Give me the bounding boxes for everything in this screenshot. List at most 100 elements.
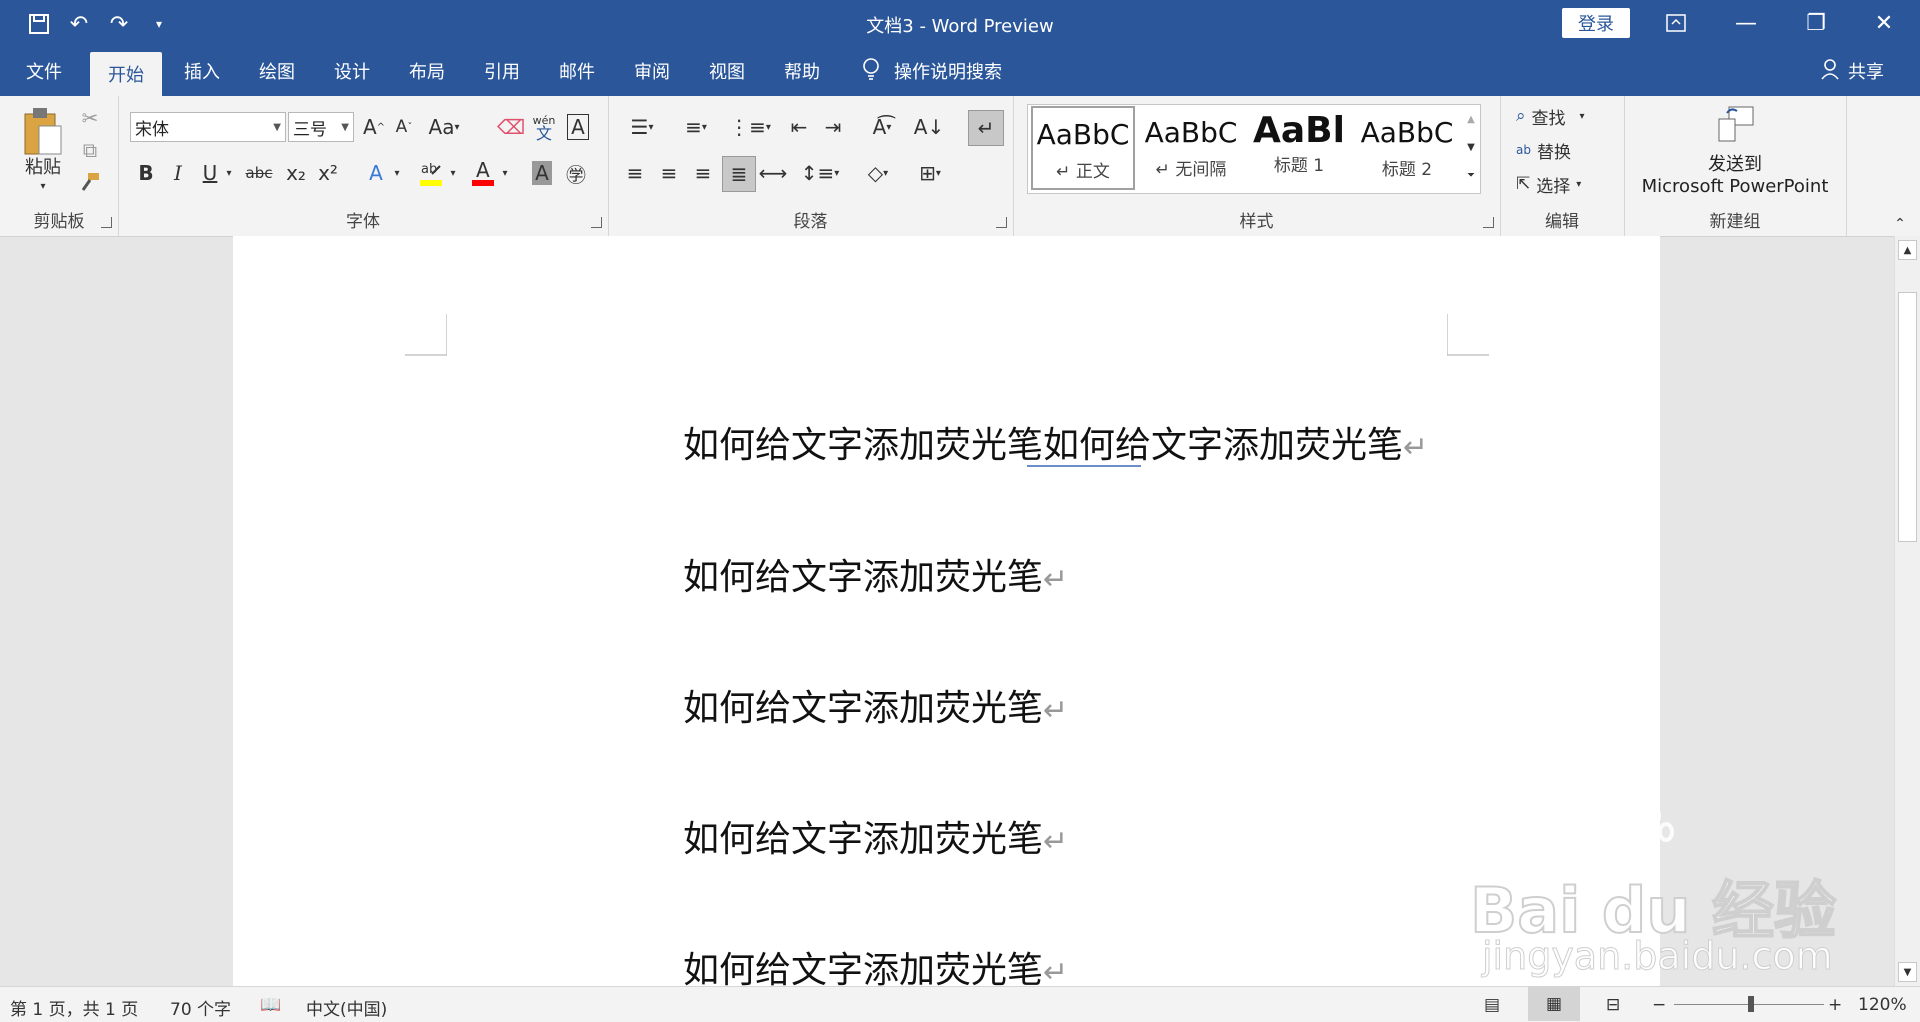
bold-button[interactable]: B xyxy=(132,158,160,188)
character-border-icon[interactable]: A xyxy=(564,112,592,142)
scroll-down-icon[interactable]: ▼ xyxy=(1898,962,1917,982)
shrink-font-icon[interactable]: Aˇ xyxy=(390,112,418,142)
select-button[interactable]: ⇱ 选择 ▾ xyxy=(1516,170,1612,198)
tab-view[interactable]: 视图 xyxy=(693,46,761,96)
tab-review[interactable]: 审阅 xyxy=(618,46,686,96)
font-family-select[interactable]: 宋体 ▼ xyxy=(130,112,286,142)
tab-insert[interactable]: 插入 xyxy=(168,46,236,96)
numbering-icon[interactable]: ≡ ▾ xyxy=(674,112,718,142)
find-button[interactable]: ⌕ 查找 ▾ xyxy=(1516,102,1612,130)
word-count[interactable]: 70 个字 xyxy=(170,995,231,1020)
zoom-out-icon[interactable]: − xyxy=(1652,995,1666,1015)
tell-me-search[interactable]: 操作说明搜索 xyxy=(862,46,1002,96)
styles-launcher-icon[interactable] xyxy=(1483,217,1494,228)
highlight-dropdown-icon[interactable]: ▾ xyxy=(446,158,460,188)
tab-file[interactable]: 文件 xyxy=(10,46,78,96)
style-normal[interactable]: AaBbC ↵ 正文 xyxy=(1031,106,1135,190)
shading-icon[interactable]: ◇ ▾ xyxy=(856,158,900,188)
collapse-ribbon-icon[interactable]: ⌃ xyxy=(1888,214,1912,234)
login-button[interactable]: 登录 xyxy=(1562,8,1630,38)
paste-icon[interactable] xyxy=(18,104,68,160)
language[interactable]: 中文(中国) xyxy=(306,995,387,1020)
underline-button[interactable]: U xyxy=(196,158,224,188)
document-paragraph[interactable]: 如何给文字添加荧光笔↵ xyxy=(683,810,1068,862)
style-heading-1[interactable]: AaBl 标题 1 xyxy=(1247,106,1351,190)
read-mode-icon[interactable]: ▤ xyxy=(1484,995,1500,1015)
close-icon[interactable]: ✕ xyxy=(1862,6,1906,40)
proofing-icon[interactable]: 📖 xyxy=(260,995,281,1015)
increase-indent-icon[interactable]: ⇥ xyxy=(818,112,848,142)
replace-button[interactable]: ab 替换 xyxy=(1516,136,1612,164)
distributed-icon[interactable]: ⟷ xyxy=(758,158,788,188)
style-heading-2[interactable]: AaBbC 标题 2 xyxy=(1355,106,1459,190)
document-page[interactable]: 如何给文字添加荧光笔如何给文字添加荧光笔↵ 如何给文字添加荧光笔↵ 如何给文字添… xyxy=(233,236,1660,986)
underline-dropdown-icon[interactable]: ▾ xyxy=(222,158,236,188)
phonetic-guide-icon[interactable]: wén 文 xyxy=(530,110,558,144)
zoom-in-icon[interactable]: + xyxy=(1828,995,1842,1015)
tab-layout[interactable]: 布局 xyxy=(393,46,461,96)
strikethrough-button[interactable]: abc xyxy=(242,158,276,188)
tab-references[interactable]: 引用 xyxy=(468,46,536,96)
show-formatting-marks-icon[interactable]: ↵ xyxy=(968,110,1004,146)
character-shading-icon[interactable]: A xyxy=(528,158,556,188)
paste-label[interactable]: 粘贴 xyxy=(18,154,68,178)
paragraph-launcher-icon[interactable] xyxy=(996,217,1007,228)
cut-icon[interactable]: ✂ xyxy=(76,104,104,132)
copy-icon[interactable]: ⧉ xyxy=(76,136,104,164)
asian-layout-icon[interactable]: A͡ ▾ xyxy=(860,112,904,142)
enclose-characters-icon[interactable]: ㊫ xyxy=(562,158,590,188)
text-effects-dropdown-icon[interactable]: ▾ xyxy=(390,158,404,188)
clear-formatting-icon[interactable]: ⌫ xyxy=(497,112,525,142)
font-color-icon[interactable]: A xyxy=(468,156,498,190)
document-paragraph[interactable]: 如何给文字添加荧光笔↵ xyxy=(683,941,1068,986)
tab-design[interactable]: 设计 xyxy=(318,46,386,96)
font-color-dropdown-icon[interactable]: ▾ xyxy=(498,158,512,188)
grow-font-icon[interactable]: A ^ xyxy=(360,112,388,142)
subscript-button[interactable]: x₂ xyxy=(282,158,310,188)
tab-draw[interactable]: 绘图 xyxy=(243,46,311,96)
zoom-level[interactable]: 120% xyxy=(1858,995,1907,1015)
superscript-button[interactable]: x² xyxy=(314,158,342,188)
scrollbar-thumb[interactable] xyxy=(1898,292,1917,542)
restore-icon[interactable]: ❐ xyxy=(1794,6,1838,40)
multilevel-list-icon[interactable]: ⋮≡ ▾ xyxy=(728,112,772,142)
minimize-icon[interactable]: — xyxy=(1724,6,1768,40)
styles-scroll-up-icon[interactable]: ▲ xyxy=(1463,106,1479,132)
align-center-icon[interactable]: ≡ xyxy=(654,158,684,188)
document-paragraph[interactable]: 如何给文字添加荧光笔如何给文字添加荧光笔↵ xyxy=(683,416,1428,468)
document-paragraph[interactable]: 如何给文字添加荧光笔↵ xyxy=(683,548,1068,600)
font-launcher-icon[interactable] xyxy=(591,217,602,228)
text-effects-icon[interactable]: A xyxy=(362,158,390,188)
font-size-select[interactable]: 三号 ▼ xyxy=(288,112,354,142)
print-layout-icon[interactable]: ▦ xyxy=(1528,987,1580,1021)
align-right-icon[interactable]: ≡ xyxy=(688,158,718,188)
paste-dropdown-icon[interactable]: ▾ xyxy=(28,178,58,194)
styles-scroll-down-icon[interactable]: ▼ xyxy=(1463,134,1479,160)
ribbon-display-options-icon[interactable] xyxy=(1654,6,1698,40)
decrease-indent-icon[interactable]: ⇤ xyxy=(784,112,814,142)
tab-home[interactable]: 开始 xyxy=(90,52,162,96)
scroll-up-icon[interactable]: ▲ xyxy=(1898,240,1917,260)
change-case-button[interactable]: Aa ▾ xyxy=(424,112,464,142)
tab-help[interactable]: 帮助 xyxy=(768,46,836,96)
justify-icon[interactable]: ≣ xyxy=(722,156,756,192)
highlight-color-icon[interactable]: ab xyxy=(416,156,446,190)
line-spacing-icon[interactable]: ↕≡ ▾ xyxy=(798,158,842,188)
borders-icon[interactable]: ⊞ ▾ xyxy=(908,158,952,188)
clipboard-launcher-icon[interactable] xyxy=(101,217,112,228)
bullets-icon[interactable]: ☰ ▾ xyxy=(620,112,664,142)
send-to-powerpoint-button[interactable]: 发送到 Microsoft PowerPoint xyxy=(1624,154,1846,198)
sort-icon[interactable]: A↓ xyxy=(914,112,944,142)
style-no-spacing[interactable]: AaBbC ↵ 无间隔 xyxy=(1139,106,1243,190)
share-button[interactable]: 共享 xyxy=(1820,46,1884,96)
format-painter-icon[interactable] xyxy=(76,168,104,196)
powerpoint-send-icon[interactable] xyxy=(1712,104,1758,144)
document-paragraph[interactable]: 如何给文字添加荧光笔↵ xyxy=(683,679,1068,731)
page-count[interactable]: 第 1 页，共 1 页 xyxy=(10,995,138,1020)
vertical-scrollbar[interactable]: ▲ ▼ xyxy=(1894,236,1920,986)
italic-button[interactable]: I xyxy=(164,158,192,188)
styles-more-icon[interactable]: ⏷ xyxy=(1463,162,1479,188)
web-layout-icon[interactable]: ⊟ xyxy=(1606,995,1620,1015)
tab-mailings[interactable]: 邮件 xyxy=(543,46,611,96)
align-left-icon[interactable]: ≡ xyxy=(620,158,650,188)
